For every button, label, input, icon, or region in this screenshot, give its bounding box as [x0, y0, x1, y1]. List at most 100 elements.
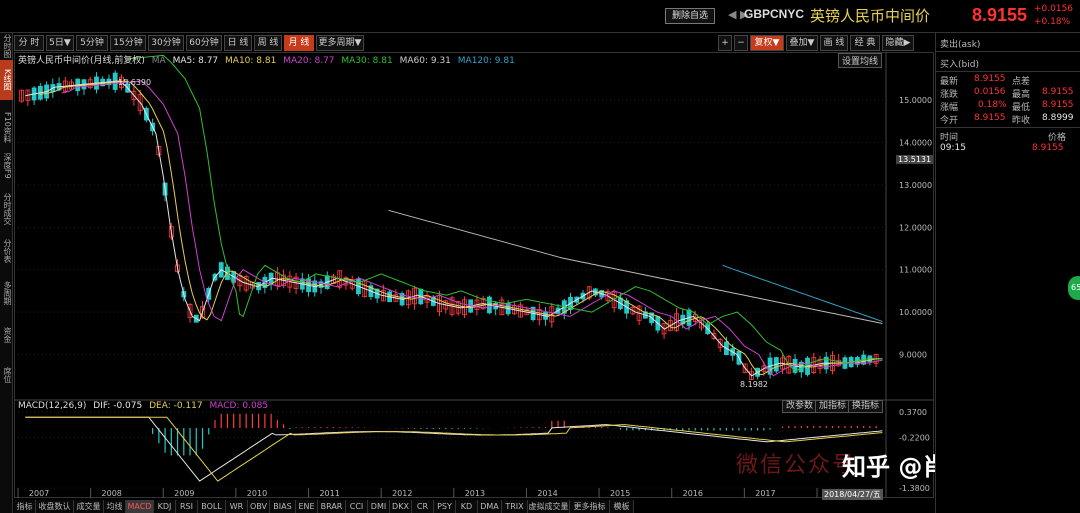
indicator-tab[interactable]: 均线	[104, 500, 126, 513]
x-tick-label: 2011	[319, 489, 339, 498]
classic-button[interactable]: 经 典	[850, 35, 880, 51]
period-5min[interactable]: 5分钟	[76, 35, 108, 51]
x-tick-label: 2007	[29, 489, 49, 498]
quote-label: 最新	[940, 77, 959, 87]
indicator-tab[interactable]: 虚拟成交量	[528, 500, 570, 513]
edit-params-button[interactable]: 改参数	[782, 400, 818, 413]
high-mark-label: 15.6390	[118, 78, 152, 87]
indicator-tab[interactable]: DKX	[390, 500, 412, 513]
quote-value: 8.9155	[974, 113, 1006, 123]
period-5day[interactable]: 5日▼	[46, 35, 74, 51]
indicator-tab[interactable]: BIAS	[270, 500, 296, 513]
tab-f10[interactable]: F10资料	[0, 109, 13, 145]
tab-multi-period[interactable]: 多周期	[0, 278, 13, 308]
tick-price: 8.9155	[1032, 143, 1064, 153]
price-change-pct: +0.18%	[1034, 17, 1071, 27]
y-tick-label: 11.0000	[899, 266, 932, 275]
ma10-value: MA10: 8.81	[225, 56, 277, 66]
low-mark-label: 8.1982	[740, 380, 768, 389]
hide-button[interactable]: 隐藏▶	[882, 35, 914, 51]
indicator-tab[interactable]: RSI	[176, 500, 198, 513]
indicator-tab[interactable]: 指标	[14, 500, 36, 513]
indicator-tab[interactable]: CR	[412, 500, 434, 513]
ma120-value: MA120: 9.81	[457, 56, 515, 66]
macd-value: MACD: 0.085	[209, 401, 269, 411]
ma-label: MA	[151, 56, 166, 66]
indicator-tab[interactable]: TRIX	[502, 500, 528, 513]
period-weekly[interactable]: 周 线	[254, 35, 282, 51]
time-header: 时间	[940, 133, 959, 143]
symbol-name: 英镑人民币中间价	[810, 7, 931, 25]
indicator-tab[interactable]: KDJ	[154, 500, 176, 513]
period-30min[interactable]: 30分钟	[148, 35, 184, 51]
x-tick-label: 2012	[392, 489, 412, 498]
macd-tick-label: 0.3700	[899, 408, 927, 417]
indicator-tab[interactable]: 更多指标	[570, 500, 610, 513]
tab-kline[interactable]: K线图	[0, 60, 13, 100]
indicator-tab[interactable]: 收盘数认	[36, 500, 74, 513]
period-monthly[interactable]: 月 线	[284, 35, 314, 51]
left-view-tabs: 分时图 K线图 F10资料 深度F9 分时成交 分价表 多周期 资金 席位	[0, 33, 13, 513]
indicator-tab[interactable]: PSY	[434, 500, 456, 513]
tab-seats[interactable]: 席位	[0, 363, 13, 387]
dea-value: DEA: -0.117	[149, 401, 203, 411]
overlay-button[interactable]: 叠加▼	[786, 35, 818, 51]
zoom-out-button[interactable]: −	[734, 35, 748, 51]
tab-depth[interactable]: 深度F9	[0, 151, 13, 181]
set-ma-button[interactable]: 设置均线	[838, 53, 883, 68]
period-daily[interactable]: 日 线	[224, 35, 252, 51]
y-axis: 15.0000 14.0000 13.0000 12.0000 11.0000 10.00…	[899, 96, 932, 360]
floating-badge[interactable]: 65	[1068, 276, 1080, 300]
y-tick-label: 9.0000	[899, 351, 927, 360]
quote-label: 点差	[1012, 77, 1031, 87]
tab-ticks[interactable]: 分时成交	[0, 189, 13, 229]
tab-price-table[interactable]: 分价表	[0, 236, 13, 266]
y-tick-label: 12.0000	[899, 223, 932, 232]
period-15min[interactable]: 15分钟	[110, 35, 146, 51]
moving-average-lines	[25, 54, 883, 377]
indicator-tab[interactable]: BOLL	[198, 500, 226, 513]
current-price-tag: 13.5131	[896, 155, 934, 164]
indicator-tab[interactable]: MACD	[126, 500, 154, 513]
indicator-tab[interactable]: 模板	[610, 500, 634, 513]
last-price: 8.9155	[972, 5, 1028, 25]
indicator-tab[interactable]: OBV	[248, 500, 270, 513]
indicator-tab[interactable]: ENE	[296, 500, 318, 513]
add-indicator-button[interactable]: 加指标	[815, 400, 851, 413]
symbol-code: GBPCNYC	[744, 7, 805, 21]
chart-title: 英镑人民币中间价(月线,前复权)	[18, 56, 145, 66]
indicator-tab[interactable]: BRAR	[318, 500, 346, 513]
date-tag: 2018/04/27/五	[822, 489, 883, 500]
indicator-tab[interactable]: KD	[456, 500, 478, 513]
quote-value: 8.9155	[1042, 87, 1074, 97]
dif-value: DIF: -0.075	[93, 401, 143, 411]
zoom-in-button[interactable]: +	[718, 35, 732, 51]
y-tick-label: 15.0000	[899, 96, 932, 105]
tab-funds[interactable]: 资金	[0, 323, 13, 347]
period-intraday[interactable]: 分 时	[14, 35, 44, 51]
chart-grid	[14, 52, 934, 498]
adjust-button[interactable]: 复权▼	[750, 35, 784, 51]
draw-button[interactable]: 画 线	[820, 35, 848, 51]
delete-watchlist-button[interactable]: 删除自选	[665, 8, 715, 24]
switch-indicator-button[interactable]: 换指标	[848, 400, 884, 413]
indicator-tab[interactable]: DMA	[478, 500, 502, 513]
quote-label: 今开	[940, 116, 959, 126]
period-more[interactable]: 更多周期▼	[316, 35, 364, 51]
ma5-value: MA5: 8.77	[172, 56, 219, 66]
tab-intraday[interactable]: 分时图	[0, 33, 13, 59]
indicator-tab[interactable]: WR	[226, 500, 248, 513]
candlesticks	[19, 70, 879, 381]
y-tick-label: 14.0000	[899, 138, 932, 147]
macd-name: MACD(12,26,9)	[18, 401, 87, 411]
kline-chart[interactable]: 0.3700 -0.2200 -1.3800 15.0000 14.0000 13.00…	[14, 52, 934, 498]
period-60min[interactable]: 60分钟	[186, 35, 222, 51]
macd-legend: MACD(12,26,9) DIF: -0.075 DEA: -0.117 MA…	[18, 401, 268, 411]
indicator-tab[interactable]: DMI	[368, 500, 390, 513]
indicator-tab[interactable]: 成交量	[74, 500, 104, 513]
x-tick-label: 2017	[755, 489, 775, 498]
indicator-tab[interactable]: CCI	[346, 500, 368, 513]
ask-label: 卖出(ask)	[940, 40, 981, 50]
quote-panel: 卖出(ask) 买入(bid) 最新 8.9155 点差 涨跌 0.0156 最…	[935, 33, 1080, 513]
quote-value: 8.9155	[974, 74, 1006, 84]
